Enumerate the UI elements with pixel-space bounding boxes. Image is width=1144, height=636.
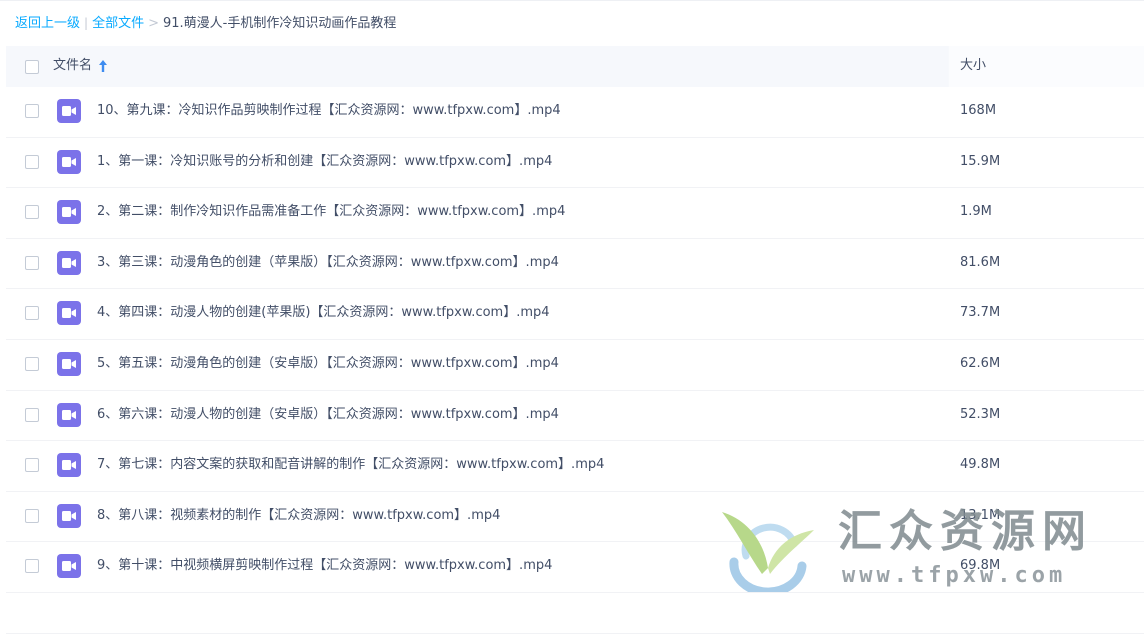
row-checkbox[interactable] [25, 508, 39, 523]
file-size: 15.9M [960, 153, 1001, 169]
video-file-icon [57, 402, 81, 427]
camera-icon [62, 106, 76, 116]
video-file-icon [57, 351, 81, 376]
table-row[interactable]: 10、第九课：冷知识作品剪映制作过程【汇众资源网：www.tfpxw.com】.… [6, 87, 1144, 138]
camera-icon [62, 409, 76, 420]
file-name[interactable]: 3、第三课：动漫角色的创建（苹果版）【汇众资源网：www.tfpxw.com】.… [97, 254, 559, 272]
row-checkbox[interactable] [25, 458, 39, 473]
file-size: 49.8M [960, 457, 1001, 473]
camera-icon [62, 257, 76, 268]
row-checkbox[interactable] [25, 104, 39, 118]
video-file-icon [57, 453, 81, 478]
table-row[interactable]: 9、第十课：中视频横屏剪映制作过程【汇众资源网：www.tfpxw.com】.m… [6, 542, 1144, 593]
camera-icon [62, 561, 76, 572]
video-file-icon [57, 149, 81, 174]
file-size: 1.9M [960, 204, 992, 220]
table-row[interactable]: 5、第五课：动漫角色的创建（安卓版）【汇众资源网：www.tfpxw.com】.… [6, 340, 1144, 391]
breadcrumb-divider: | [84, 16, 89, 30]
size-column-label: 大小 [960, 58, 987, 73]
table-row[interactable]: 2、第二课：制作冷知识作品需准备工作【汇众资源网：www.tfpxw.com】.… [6, 188, 1144, 239]
file-name[interactable]: 2、第二课：制作冷知识作品需准备工作【汇众资源网：www.tfpxw.com】.… [97, 203, 565, 221]
row-checkbox[interactable] [25, 205, 39, 220]
video-file-icon [57, 554, 81, 579]
select-all-checkbox[interactable] [25, 60, 39, 74]
back-link[interactable]: 返回上一级 [15, 16, 80, 31]
breadcrumb: 返回上一级 | 全部文件 >91.萌漫人-手机制作冷知识动画作品教程 [15, 13, 396, 33]
row-checkbox[interactable] [25, 356, 39, 371]
file-name[interactable]: 10、第九课：冷知识作品剪映制作过程【汇众资源网：www.tfpxw.com】.… [97, 102, 561, 120]
camera-icon [62, 308, 76, 319]
file-size: 69.8M [960, 558, 1001, 574]
table-header: 文件名 大小 [6, 46, 1144, 87]
camera-icon [62, 207, 76, 218]
camera-icon [62, 510, 76, 521]
camera-icon [62, 156, 76, 167]
file-list: 10、第九课：冷知识作品剪映制作过程【汇众资源网：www.tfpxw.com】.… [6, 87, 1144, 593]
video-file-icon [57, 250, 81, 275]
camera-icon [62, 358, 76, 369]
file-size: 62.6M [960, 355, 1001, 371]
table-row[interactable]: 7、第七课：内容文案的获取和配音讲解的制作【汇众资源网：www.tfpxw.co… [6, 441, 1144, 492]
bottom-divider [6, 633, 1144, 634]
file-size: 13.1M [960, 507, 1001, 523]
name-column-header [6, 46, 948, 87]
video-file-icon [57, 301, 81, 326]
arrow-up-icon[interactable] [98, 59, 108, 73]
camera-icon [62, 460, 76, 471]
top-divider [0, 0, 1144, 1]
row-checkbox[interactable] [25, 154, 39, 169]
file-table: 文件名 大小 10、第九课：冷知识作品剪映制作过程【汇众资源网：www.tfpx… [6, 46, 1144, 593]
video-file-icon [57, 200, 81, 225]
video-file-icon [57, 99, 81, 123]
file-name[interactable]: 8、第八课：视频素材的制作【汇众资源网：www.tfpxw.com】.mp4 [97, 507, 500, 525]
file-size: 168M [960, 103, 997, 118]
row-checkbox[interactable] [25, 407, 39, 422]
table-row[interactable]: 1、第一课：冷知识账号的分析和创建【汇众资源网：www.tfpxw.com】.m… [6, 138, 1144, 189]
row-checkbox[interactable] [25, 559, 39, 574]
file-name[interactable]: 9、第十课：中视频横屏剪映制作过程【汇众资源网：www.tfpxw.com】.m… [97, 557, 552, 575]
table-row[interactable]: 8、第八课：视频素材的制作【汇众资源网：www.tfpxw.com】.mp4 13… [6, 492, 1144, 543]
file-size: 52.3M [960, 406, 1001, 422]
file-size: 81.6M [960, 254, 1001, 270]
current-folder: 91.萌漫人-手机制作冷知识动画作品教程 [162, 16, 397, 31]
file-name[interactable]: 4、第四课：动漫人物的创建(苹果版)【汇众资源网：www.tfpxw.com】.… [97, 304, 550, 322]
file-name[interactable]: 6、第六课：动漫人物的创建（安卓版）【汇众资源网：www.tfpxw.com】.… [97, 406, 559, 424]
breadcrumb-arrow: > [148, 16, 159, 31]
row-checkbox[interactable] [25, 255, 39, 270]
file-browser-page: 返回上一级 | 全部文件 >91.萌漫人-手机制作冷知识动画作品教程 文件名 大小 1… [0, 0, 1144, 636]
table-row[interactable]: 3、第三课：动漫角色的创建（苹果版）【汇众资源网：www.tfpxw.com】.… [6, 239, 1144, 290]
file-name[interactable]: 7、第七课：内容文案的获取和配音讲解的制作【汇众资源网：www.tfpxw.co… [97, 456, 604, 474]
row-checkbox[interactable] [25, 306, 39, 321]
file-name[interactable]: 1、第一课：冷知识账号的分析和创建【汇众资源网：www.tfpxw.com】.m… [97, 153, 552, 171]
file-size: 73.7M [960, 305, 1001, 321]
video-file-icon [57, 503, 81, 528]
table-row[interactable]: 6、第六课：动漫人物的创建（安卓版）【汇众资源网：www.tfpxw.com】.… [6, 391, 1144, 442]
file-name[interactable]: 5、第五课：动漫角色的创建（安卓版）【汇众资源网：www.tfpxw.com】.… [97, 355, 559, 373]
name-column-label[interactable]: 文件名 [53, 57, 92, 75]
table-row[interactable]: 4、第四课：动漫人物的创建(苹果版)【汇众资源网：www.tfpxw.com】.… [6, 289, 1144, 340]
all-files-link[interactable]: 全部文件 [92, 16, 144, 31]
